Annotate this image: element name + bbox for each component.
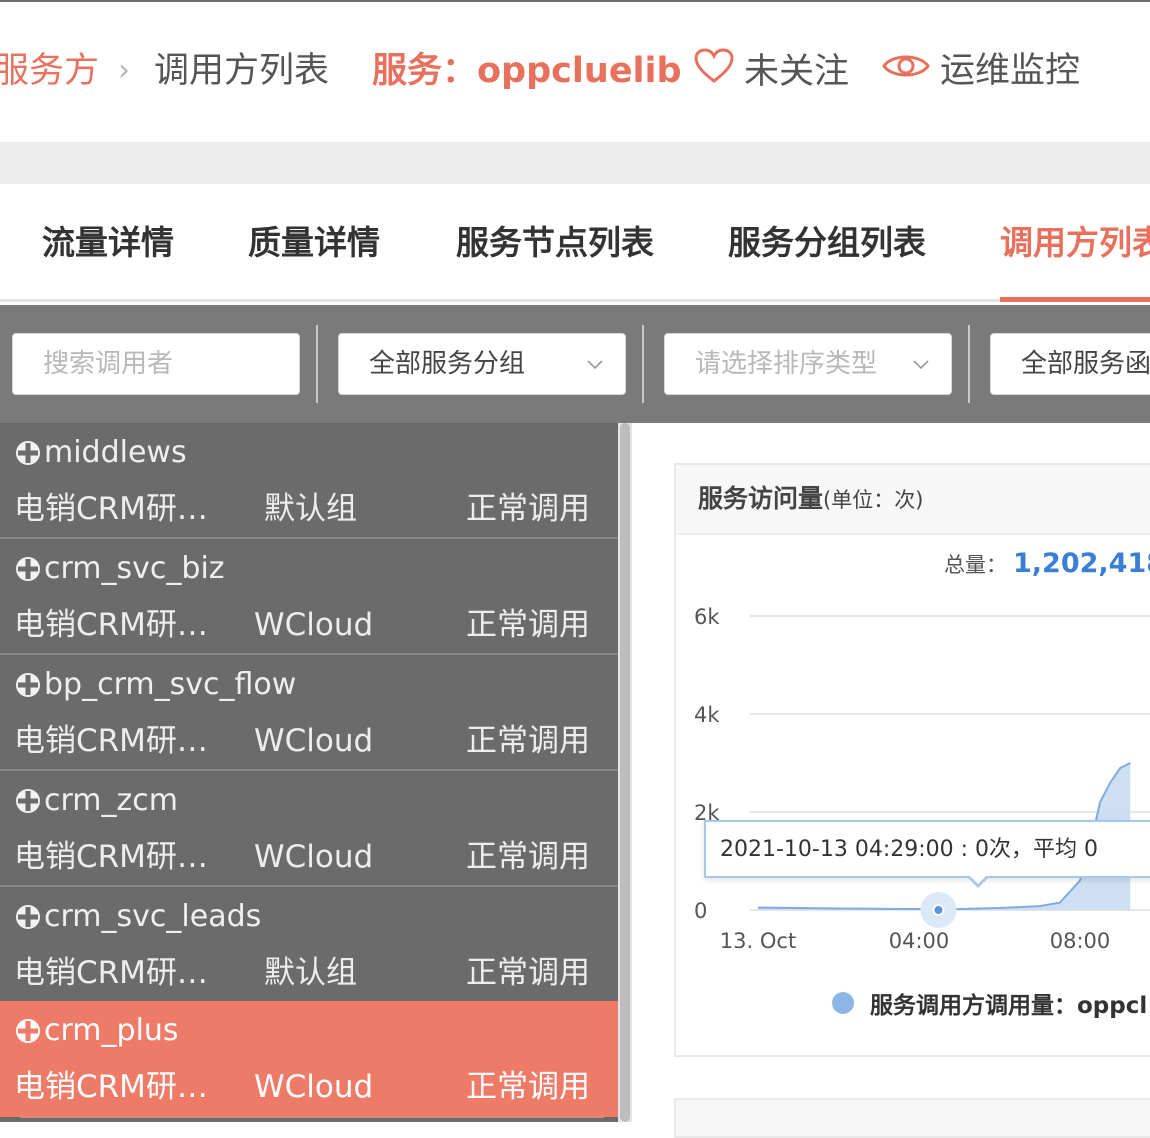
follow-button[interactable]: 未关注 <box>694 48 849 96</box>
tab-callers[interactable]: 调用方列表 <box>1000 222 1150 264</box>
caller-name: crm_plus <box>44 1013 179 1048</box>
second-card <box>674 1098 1150 1138</box>
caller-item[interactable]: middlews 电销CRM研… 默认组 正常调用 <box>0 423 618 539</box>
sort-select-placeholder: 请选择排序类型 <box>695 349 878 379</box>
chart-legend[interactable]: 服务调用方调用量：oppcl <box>832 986 1147 1020</box>
caller-group: 默认组 <box>264 955 357 991</box>
filter-divider <box>316 325 318 403</box>
selected-divider <box>20 1116 604 1118</box>
caller-group: WCloud <box>254 723 374 759</box>
caller-name: crm_svc_leads <box>44 899 262 934</box>
caller-icon <box>16 441 40 465</box>
y-tick-label: 0 <box>694 899 707 923</box>
caller-dept: 电销CRM研… <box>14 839 208 875</box>
caller-group: WCloud <box>254 1069 374 1105</box>
caller-item[interactable]: crm_svc_biz 电销CRM研… WCloud 正常调用 <box>0 539 618 655</box>
caller-status: 正常调用 <box>466 491 590 527</box>
caller-dept: 电销CRM研… <box>14 607 208 643</box>
caller-icon <box>16 1019 40 1043</box>
x-tick-label: 08:00 <box>1050 929 1111 953</box>
caller-name: crm_zcm <box>44 783 178 818</box>
caller-item[interactable]: crm_zcm 电销CRM研… WCloud 正常调用 <box>0 771 618 887</box>
total-count: 总量： 1,202,418 <box>944 547 1150 582</box>
legend-dot <box>832 992 854 1014</box>
traffic-chart: 02k4k6k13. Oct 04:00 08:00 <box>694 605 1150 953</box>
chevron-down-icon <box>913 360 929 370</box>
filter-divider <box>642 325 644 403</box>
caller-icon <box>16 557 40 581</box>
caller-status: 正常调用 <box>466 1069 590 1105</box>
caller-name: bp_crm_svc_flow <box>44 667 297 702</box>
function-select-value: 全部服务函数 <box>1021 349 1150 379</box>
total-value: 1,202,418 <box>1013 548 1150 579</box>
caller-search-input[interactable]: 搜索调用者 <box>12 333 300 395</box>
y-tick-label: 4k <box>694 703 720 727</box>
tab-service-nodes[interactable]: 服务节点列表 <box>456 222 654 264</box>
caller-status: 正常调用 <box>466 607 590 643</box>
tab-service-groups[interactable]: 服务分组列表 <box>728 222 926 264</box>
list-scrollbar-thumb[interactable] <box>620 423 630 1122</box>
card-unit: (单位：次) <box>823 488 924 512</box>
caller-status: 正常调用 <box>466 839 590 875</box>
caller-group: WCloud <box>254 839 374 875</box>
x-tick-label: 04:00 <box>889 929 950 953</box>
sort-select[interactable]: 请选择排序类型 <box>664 333 952 395</box>
breadcrumb-separator: › <box>118 53 130 88</box>
caller-group: 默认组 <box>264 491 357 527</box>
caller-name: crm_svc_biz <box>44 551 225 586</box>
monitor-button[interactable]: 运维监控 <box>882 48 1080 94</box>
card-header: 服务访问量(单位：次) <box>676 465 1150 535</box>
chevron-down-icon <box>587 360 603 370</box>
tab-bar: 流量详情 质量详情 服务节点列表 服务分组列表 调用方列表 <box>0 184 1150 302</box>
hover-point <box>932 904 945 916</box>
caller-dept: 电销CRM研… <box>14 491 208 527</box>
monitor-label: 运维监控 <box>940 51 1081 91</box>
y-tick-label: 6k <box>694 605 720 629</box>
tab-quality[interactable]: 质量详情 <box>248 222 380 264</box>
x-tick-label: 13. Oct <box>720 929 796 953</box>
breadcrumb-current: 调用方列表 <box>154 51 330 91</box>
caller-list: middlews 电销CRM研… 默认组 正常调用 crm_svc_biz 电销… <box>0 423 618 1122</box>
card-title: 服务访问量(单位：次) <box>698 484 924 513</box>
caller-item[interactable]: crm_svc_leads 电销CRM研… 默认组 正常调用 <box>0 887 618 1003</box>
caller-icon <box>16 905 40 929</box>
total-label: 总量： <box>944 553 1007 577</box>
caller-group: WCloud <box>254 607 374 643</box>
group-select-value: 全部服务分组 <box>369 349 526 379</box>
tab-traffic[interactable]: 流量详情 <box>42 222 174 264</box>
tooltip-arrow-inner <box>969 875 987 884</box>
follow-label: 未关注 <box>744 52 850 92</box>
filter-bar: 搜索调用者 全部服务分组 请选择排序类型 全部服务函数 <box>0 305 1150 423</box>
eye-icon <box>882 48 930 94</box>
header-spacer <box>0 142 1150 184</box>
breadcrumb-root[interactable]: 服务方 <box>0 48 99 94</box>
chart-tooltip: 2021-10-13 04:29:00 : 0次，平均 0 <box>704 820 1150 878</box>
caller-dept: 电销CRM研… <box>14 723 208 759</box>
caller-status: 正常调用 <box>466 723 590 759</box>
caller-status: 正常调用 <box>466 955 590 991</box>
active-tab-indicator <box>1000 297 1150 302</box>
caller-icon <box>16 673 40 697</box>
caller-item[interactable]: bp_crm_svc_flow 电销CRM研… WCloud 正常调用 <box>0 655 618 771</box>
filter-divider <box>968 325 970 403</box>
caller-name: middlews <box>44 435 187 470</box>
legend-label: 服务调用方调用量：oppcl <box>870 993 1148 1019</box>
caller-dept: 电销CRM研… <box>14 955 208 991</box>
caller-dept: 电销CRM研… <box>14 1069 208 1105</box>
caller-icon <box>16 789 40 813</box>
page-header: 服务方 › 调用方列表 服务：oppcluelib 未关注 运维监控 <box>0 2 1150 142</box>
function-select[interactable]: 全部服务函数 <box>990 333 1150 395</box>
group-select[interactable]: 全部服务分组 <box>338 333 626 395</box>
heart-icon <box>694 48 734 96</box>
service-title: 服务：oppcluelib <box>372 51 682 91</box>
caller-item-selected[interactable]: crm_plus 电销CRM研… WCloud 正常调用 <box>0 1001 618 1117</box>
